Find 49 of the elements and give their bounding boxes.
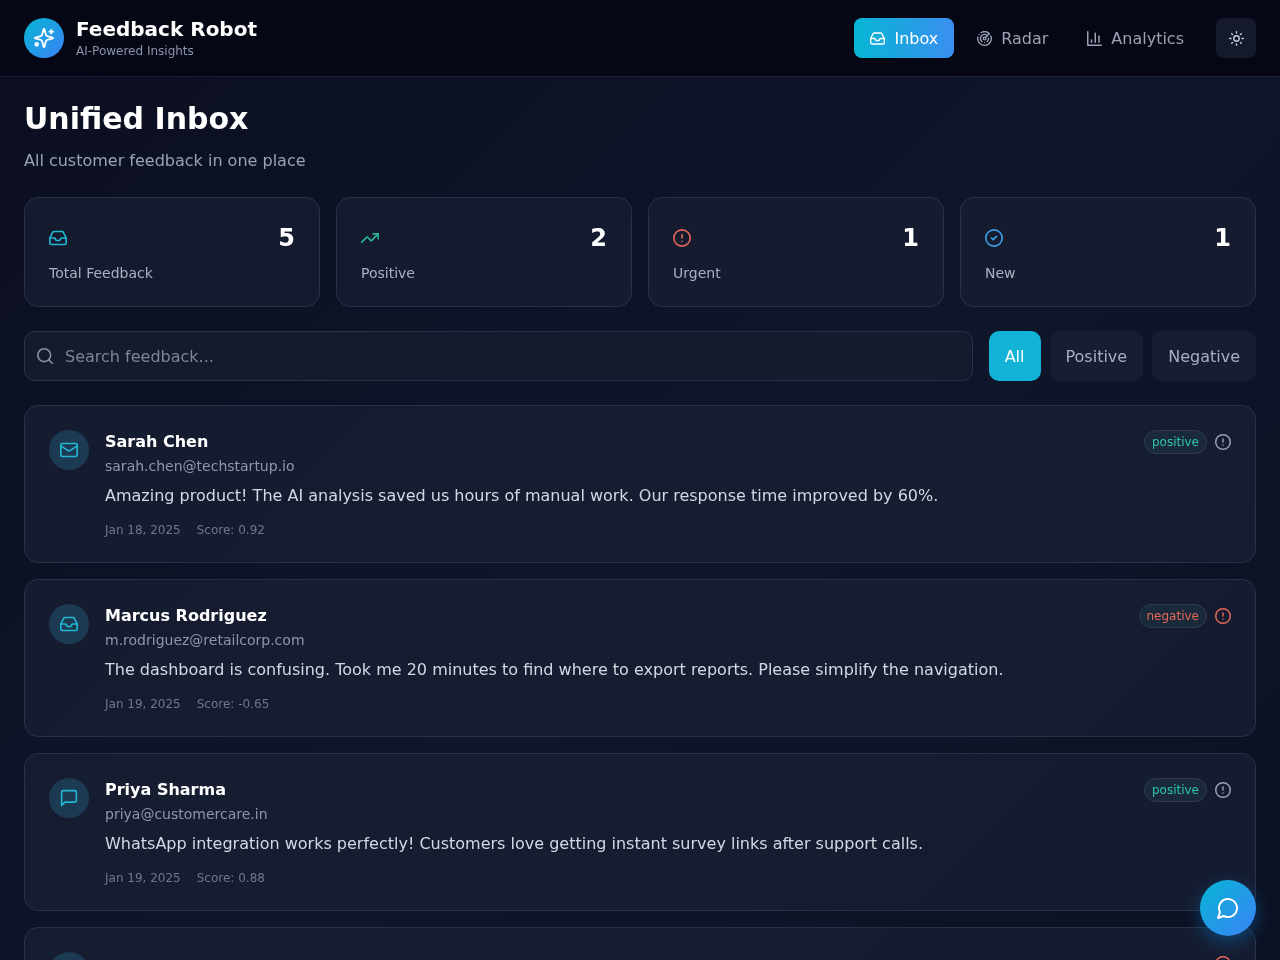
bar-chart-icon [1087, 30, 1103, 46]
feedback-date: Jan 19, 2025 [105, 870, 181, 886]
stat-value: 2 [590, 223, 607, 254]
theme-toggle-button[interactable] [1216, 18, 1256, 58]
stat-label: Total Feedback [49, 264, 154, 283]
sender-email: priya@customercare.in [105, 805, 269, 824]
sentiment-score: Score: -0.65 [196, 696, 270, 712]
sentiment-badge: negative [1138, 604, 1207, 628]
filter-button[interactable]: Positive [1049, 331, 1144, 381]
feedback-card[interactable]: Marcus Rodriguez m.rodriguez@retailcorp.com The dashboard is confusing. Took me 20 minutes to find where to export reports. Please simplify the navigation. Jan 19, 2025 Score: -0.65 negative [24, 579, 1256, 737]
feedback-date: Jan 18, 2025 [105, 522, 181, 538]
inbox-icon [870, 30, 886, 46]
stat-label: Positive [361, 264, 416, 283]
sun-icon [1228, 30, 1244, 46]
filter-button[interactable]: Negative [1152, 331, 1256, 381]
mail-icon [49, 430, 89, 470]
stat-value: 1 [902, 223, 919, 254]
inbox-icon [49, 604, 89, 644]
stat-value: 1 [1214, 223, 1231, 254]
feedback-message: The dashboard is confusing. Took me 20 minutes to find where to export reports. Please simplify the navigation. [105, 659, 1005, 681]
search-icon [37, 348, 53, 364]
feedback-message: WhatsApp integration works perfectly! Customers love getting instant survey links after support calls. [105, 833, 925, 855]
feedback-message: Amazing product! The AI analysis saved us hours of manual work. Our response time improved by 60%. [105, 485, 940, 507]
feedback-date: Jan 19, 2025 [105, 696, 181, 712]
sender-name: Marcus Rodriguez [105, 605, 268, 627]
feedback-card[interactable]: Priya Sharma priya@customercare.in WhatsApp integration works perfectly! Customers love getting instant survey links after support calls. Jan 19, 2025 Score: 0.88 positive [24, 753, 1256, 911]
sender-email: sarah.chen@techstartup.io [105, 457, 296, 476]
stat-label: Urgent [673, 264, 722, 283]
sender-name: Priya Sharma [105, 779, 227, 801]
nav-tab[interactable]: Analytics [1071, 18, 1200, 58]
sentiment-badge: positive [1143, 430, 1207, 454]
feedback-card[interactable]: Sarah Chen sarah.chen@techstartup.io Amazing product! The AI analysis saved us hours of manual work. Our response time improved by 60%. Jan 18, 2025 Score: 0.92 positive [24, 405, 1256, 563]
nav-tab[interactable]: Radar [961, 18, 1065, 58]
sender-name: Sarah Chen [105, 431, 210, 453]
sender-email: m.rodriguez@retailcorp.com [105, 631, 306, 650]
sparkle-icon [24, 18, 64, 58]
page-subtitle: All customer feedback in one place [24, 150, 307, 172]
stat-value: 5 [278, 223, 295, 254]
sentiment-score: Score: 0.88 [196, 870, 265, 886]
chat-icon [1217, 897, 1239, 919]
radar-icon [977, 30, 993, 46]
sentiment-badge: positive [1143, 778, 1207, 802]
sentiment-score: Score: 0.92 [196, 522, 265, 538]
page-title: Unified Inbox [24, 101, 250, 137]
app-title: Feedback Robot [76, 17, 257, 41]
stat-label: New [985, 264, 1017, 283]
message-icon [49, 778, 89, 818]
app-subtitle: AI-Powered Insights [76, 43, 195, 59]
search-field[interactable]: Search feedback... [24, 331, 973, 381]
